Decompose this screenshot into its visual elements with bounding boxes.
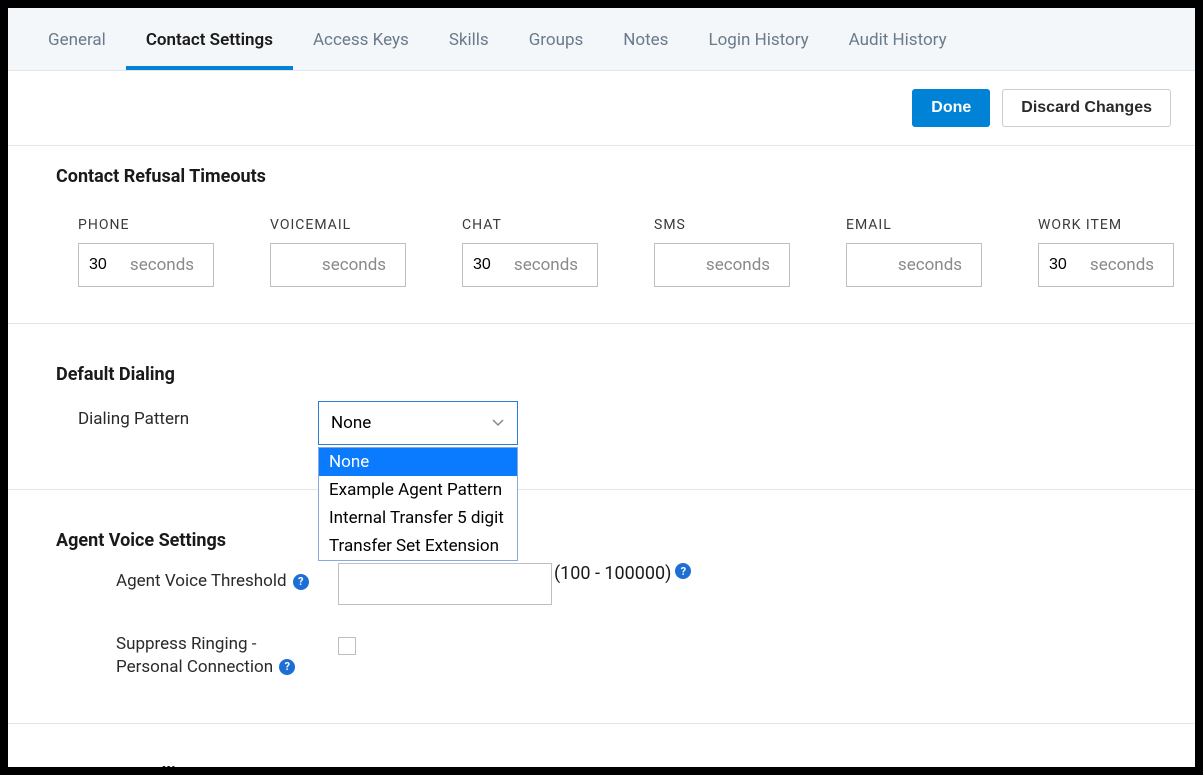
timeout-input-chat[interactable] xyxy=(463,256,505,274)
timeout-input-sms[interactable] xyxy=(655,256,697,274)
help-icon[interactable]: ? xyxy=(675,563,691,579)
timeout-label-chat: CHAT xyxy=(462,217,598,233)
help-icon[interactable]: ? xyxy=(279,659,295,675)
timeout-unit: seconds xyxy=(121,255,213,275)
dialing-pattern-menu: None Example Agent Pattern Internal Tran… xyxy=(318,447,518,561)
section-agent-voice: Agent Voice Settings Agent Voice Thresho… xyxy=(8,490,1195,724)
timeout-label-workitem: WORK ITEM xyxy=(1038,217,1174,233)
tab-general[interactable]: General xyxy=(28,8,126,70)
field-row-threshold: Agent Voice Threshold ? (100 - 100000) ? xyxy=(8,551,1195,613)
timeout-input-wrap-voicemail: seconds xyxy=(270,243,406,287)
timeout-input-wrap-phone: seconds xyxy=(78,243,214,287)
timeout-unit: seconds xyxy=(889,255,981,275)
timeout-field-phone: PHONE seconds xyxy=(78,217,214,287)
timeout-input-phone[interactable] xyxy=(79,256,121,274)
dialing-option-example[interactable]: Example Agent Pattern xyxy=(319,476,517,504)
timeout-unit: seconds xyxy=(505,255,597,275)
timeout-row: PHONE seconds VOICEMAIL seconds CHAT xyxy=(8,187,1195,323)
tab-skills[interactable]: Skills xyxy=(429,8,509,70)
suppress-label-line1: Suppress Ringing - xyxy=(116,634,256,654)
section-contact-handling: Contact Handling Single Channel Handling xyxy=(8,724,1195,767)
tab-groups[interactable]: Groups xyxy=(509,8,604,70)
suppress-ringing-checkbox[interactable] xyxy=(338,637,356,655)
timeout-input-voicemail[interactable] xyxy=(271,256,313,274)
section-refusal-timeouts: Contact Refusal Timeouts PHONE seconds V… xyxy=(8,146,1195,324)
tab-access-keys[interactable]: Access Keys xyxy=(293,8,429,70)
timeout-input-wrap-chat: seconds xyxy=(462,243,598,287)
section-title-refusal: Contact Refusal Timeouts xyxy=(8,146,1195,187)
dialing-option-internal[interactable]: Internal Transfer 5 digit xyxy=(319,504,517,532)
discard-button[interactable]: Discard Changes xyxy=(1002,89,1171,127)
timeout-label-sms: SMS xyxy=(654,217,790,233)
section-title-voice: Agent Voice Settings xyxy=(8,510,1195,551)
dialing-option-transfer-set[interactable]: Transfer Set Extension xyxy=(319,532,517,560)
tab-contact-settings[interactable]: Contact Settings xyxy=(126,8,293,70)
help-icon[interactable]: ? xyxy=(293,574,309,590)
threshold-label-wrap: Agent Voice Threshold ? xyxy=(116,563,338,591)
threshold-hint: (100 - 100000) xyxy=(554,563,671,584)
tab-login-history[interactable]: Login History xyxy=(688,8,828,70)
threshold-input[interactable] xyxy=(338,563,552,605)
chevron-down-icon xyxy=(491,416,505,430)
suppress-label-wrap: Suppress Ringing - Personal Connection ? xyxy=(116,633,338,679)
timeout-input-email[interactable] xyxy=(847,256,889,274)
timeout-label-phone: PHONE xyxy=(78,217,214,233)
tabs-bar: General Contact Settings Access Keys Ski… xyxy=(8,8,1195,71)
done-button[interactable]: Done xyxy=(912,89,990,127)
timeout-unit: seconds xyxy=(313,255,405,275)
timeout-field-sms: SMS seconds xyxy=(654,217,790,287)
dialing-pattern-dropdown[interactable]: None xyxy=(318,401,518,445)
timeout-unit: seconds xyxy=(697,255,789,275)
section-title-handling: Contact Handling xyxy=(8,744,1195,767)
content-scroll: Contact Refusal Timeouts PHONE seconds V… xyxy=(8,146,1195,767)
timeout-field-email: EMAIL seconds xyxy=(846,217,982,287)
dialing-pattern-label: Dialing Pattern xyxy=(78,401,318,429)
timeout-label-email: EMAIL xyxy=(846,217,982,233)
dialing-option-none[interactable]: None xyxy=(319,448,517,476)
section-default-dialing: Default Dialing Dialing Pattern None Non… xyxy=(8,324,1195,490)
dialing-pattern-selected: None xyxy=(331,413,371,433)
section-title-dialing: Default Dialing xyxy=(8,344,1195,385)
timeout-field-voicemail: VOICEMAIL seconds xyxy=(270,217,406,287)
timeout-input-wrap-email: seconds xyxy=(846,243,982,287)
page-root: General Contact Settings Access Keys Ski… xyxy=(8,8,1195,767)
tab-audit-history[interactable]: Audit History xyxy=(829,8,967,70)
timeout-field-chat: CHAT seconds xyxy=(462,217,598,287)
action-bar: Done Discard Changes xyxy=(8,71,1195,146)
timeout-input-wrap-workitem: seconds xyxy=(1038,243,1174,287)
suppress-label-line2: Personal Connection xyxy=(116,657,273,677)
field-row-dialing-pattern: Dialing Pattern None None Example Agent … xyxy=(8,385,1195,453)
threshold-label: Agent Voice Threshold xyxy=(116,571,287,591)
timeout-unit: seconds xyxy=(1081,255,1173,275)
timeout-field-workitem: WORK ITEM seconds xyxy=(1038,217,1174,287)
timeout-input-workitem[interactable] xyxy=(1039,256,1081,274)
timeout-label-voicemail: VOICEMAIL xyxy=(270,217,406,233)
timeout-input-wrap-sms: seconds xyxy=(654,243,790,287)
dialing-pattern-dropdown-wrap: None None Example Agent Pattern Internal… xyxy=(318,401,518,445)
field-row-suppress: Suppress Ringing - Personal Connection ? xyxy=(8,613,1195,687)
tab-notes[interactable]: Notes xyxy=(603,8,688,70)
